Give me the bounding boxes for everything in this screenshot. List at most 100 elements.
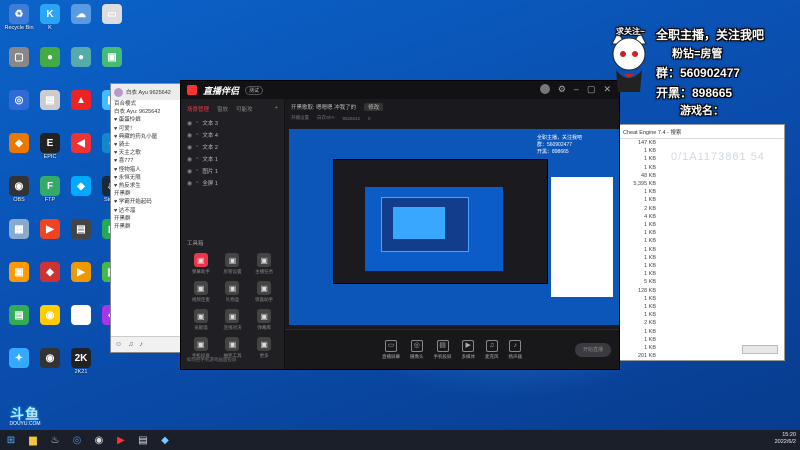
- user-avatar[interactable]: [539, 84, 550, 94]
- desktop-icon[interactable]: ▤: [66, 219, 96, 240]
- desktop-icon[interactable]: ▲: [66, 90, 96, 111]
- chat-header-text: 白衣 Ayu 9625642: [126, 90, 171, 96]
- desktop-icon[interactable]: ▦: [4, 219, 34, 240]
- desktop-icon[interactable]: ◆: [4, 133, 34, 154]
- source-item[interactable]: ◉ ▫ 文本 4: [181, 129, 284, 141]
- scene-tab[interactable]: 窗放: [217, 105, 228, 113]
- source-item[interactable]: ◉ ▫ 全屏 1: [181, 177, 284, 189]
- add-source-button[interactable]: ▭ 直播屏幕: [382, 339, 400, 360]
- desktop-icon[interactable]: ▶: [35, 219, 65, 240]
- visibility-icon[interactable]: ◉: [187, 156, 192, 163]
- game-taskbar-icon[interactable]: ◆: [154, 430, 176, 450]
- system-clock[interactable]: 15:20 2022/6/2: [775, 432, 796, 446]
- obs-taskbar-icon[interactable]: ◉: [88, 430, 110, 450]
- desktop-icon[interactable]: ◉ OBS: [4, 176, 34, 203]
- explorer-button[interactable]: [742, 345, 778, 354]
- desktop-icon[interactable]: ◎: [4, 90, 34, 111]
- tool-button[interactable]: ▣ 弹幕助手: [185, 253, 217, 275]
- desktop-icon[interactable]: ▢: [4, 47, 34, 68]
- visibility-icon[interactable]: ◉: [187, 132, 192, 139]
- tool-button[interactable]: ▣ 视频连麦: [185, 281, 217, 303]
- desktop-icon[interactable]: ✦: [4, 348, 34, 369]
- speaker-icon[interactable]: ♪: [139, 341, 143, 348]
- steam-taskbar-icon[interactable]: ♨: [44, 430, 66, 450]
- lock-icon[interactable]: ▫: [196, 132, 198, 138]
- file-size: 1 KB: [644, 263, 656, 270]
- browser-taskbar-icon[interactable]: ◎: [66, 430, 88, 450]
- desktop-icon[interactable]: ◉: [35, 348, 65, 369]
- explorer-search[interactable]: Cheat Engine 7.4 - 搜索: [619, 125, 784, 139]
- lock-icon[interactable]: ▫: [196, 120, 198, 126]
- desktop-icon[interactable]: ▣: [4, 262, 34, 283]
- add-source-button[interactable]: ▶ 多媒体: [462, 339, 475, 360]
- desktop-icon[interactable]: E EPIC: [35, 133, 65, 160]
- start-icon[interactable]: ⊞: [0, 430, 22, 450]
- lock-icon[interactable]: ▫: [196, 180, 198, 186]
- toolbox-title: 工具箱: [187, 241, 204, 247]
- desktop-icon[interactable]: ◆: [66, 176, 96, 197]
- edit-title-button[interactable]: 修改: [364, 103, 384, 111]
- source-item[interactable]: ◉ ▫ 图片 1: [181, 165, 284, 177]
- desktop-icon[interactable]: ▤: [4, 305, 34, 326]
- emoji-icon[interactable]: ☺: [115, 341, 122, 348]
- add-source-button[interactable]: ◎ 摄像头: [410, 339, 424, 360]
- tool-button[interactable]: ▣ 弹幕库: [248, 309, 280, 331]
- desktop-icon[interactable]: ▣: [97, 47, 127, 68]
- add-source-button[interactable]: ▤ 手机投屏: [434, 339, 452, 360]
- file-explorer-icon[interactable]: ▆: [22, 430, 44, 450]
- visibility-icon[interactable]: ◉: [187, 144, 192, 151]
- desktop-icon[interactable]: ◉: [35, 305, 65, 326]
- help-tip[interactable]: 如何把手机游戏画面投屏: [187, 357, 237, 363]
- chat-message: 开黑群: [114, 191, 131, 198]
- source-item[interactable]: ◉ ▫ 文本 1: [181, 153, 284, 165]
- desktop-icon[interactable]: ▭: [66, 305, 96, 326]
- tool-button[interactable]: ▣ 贡献墙: [185, 309, 217, 331]
- chat-message: ♥ 蛋蛋怜娘: [114, 117, 141, 124]
- desktop-icon[interactable]: ▭: [97, 4, 127, 25]
- lock-icon[interactable]: ▫: [196, 156, 198, 162]
- add-source-icon[interactable]: +: [275, 105, 278, 113]
- app-taskbar-icon[interactable]: ▤: [132, 430, 154, 450]
- desktop-icon[interactable]: ▶: [66, 262, 96, 283]
- settings-icon[interactable]: ⚙: [558, 84, 566, 95]
- chat-message: ♥ 怪物猎人: [114, 166, 141, 173]
- tool-button[interactable]: ▣ 更多: [248, 337, 280, 359]
- desktop-icon[interactable]: ♻ Recycle Bin: [4, 4, 34, 31]
- tool-button[interactable]: ▣ 抽奖工具: [217, 337, 249, 359]
- lock-icon[interactable]: ▫: [196, 168, 198, 174]
- visibility-icon[interactable]: ◉: [187, 168, 192, 175]
- scene-tab[interactable]: 可能攻: [236, 105, 253, 113]
- desktop-icon[interactable]: KK: [35, 4, 65, 31]
- desktop-icon[interactable]: F FTP: [35, 176, 65, 203]
- lock-icon[interactable]: ▫: [196, 144, 198, 150]
- desktop-icon[interactable]: 2K 2K21: [66, 348, 96, 375]
- add-source-button[interactable]: ♫ 麦克风: [485, 339, 499, 360]
- desktop-icon[interactable]: ●: [35, 47, 65, 68]
- visibility-icon[interactable]: ◉: [187, 180, 192, 187]
- scene-tab[interactable]: 场景管理: [187, 105, 209, 113]
- tool-icon: ▣: [225, 309, 240, 323]
- desktop-icon[interactable]: ▤: [35, 90, 65, 111]
- tool-icon: ▣: [257, 337, 272, 351]
- minimize-icon[interactable]: –: [574, 84, 579, 95]
- tool-button[interactable]: ▣ 房管设置: [217, 253, 249, 275]
- clock-time: 15:20: [782, 432, 796, 438]
- desktop-icon[interactable]: ◀: [66, 133, 96, 154]
- desktop-icon[interactable]: ●: [66, 47, 96, 68]
- go-live-button[interactable]: 开始直播: [575, 343, 611, 357]
- desktop-icon-glyph: K: [40, 4, 60, 24]
- tool-button[interactable]: ▣ 主播任务: [248, 253, 280, 275]
- source-item[interactable]: ◉ ▫ 文本 2: [181, 141, 284, 153]
- mic-icon[interactable]: ♫: [128, 341, 133, 348]
- tool-button[interactable]: ▣ 连线对决: [217, 309, 249, 331]
- tool-button[interactable]: ▣ 手机投屏: [185, 337, 217, 359]
- desktop-icon[interactable]: ◆: [35, 262, 65, 283]
- streamer-taskbar-icon[interactable]: ▶: [110, 430, 132, 450]
- maximize-icon[interactable]: ▢: [587, 84, 596, 95]
- visibility-icon[interactable]: ◉: [187, 120, 192, 127]
- tool-button[interactable]: ▣ 礼物盒: [217, 281, 249, 303]
- source-item[interactable]: ◉ ▫ 文本 3: [181, 117, 284, 129]
- desktop-icon[interactable]: ☁: [66, 4, 96, 25]
- tool-button[interactable]: ▣ 惊喜助手: [248, 281, 280, 303]
- add-source-button[interactable]: ♪ 扬声器: [509, 339, 522, 360]
